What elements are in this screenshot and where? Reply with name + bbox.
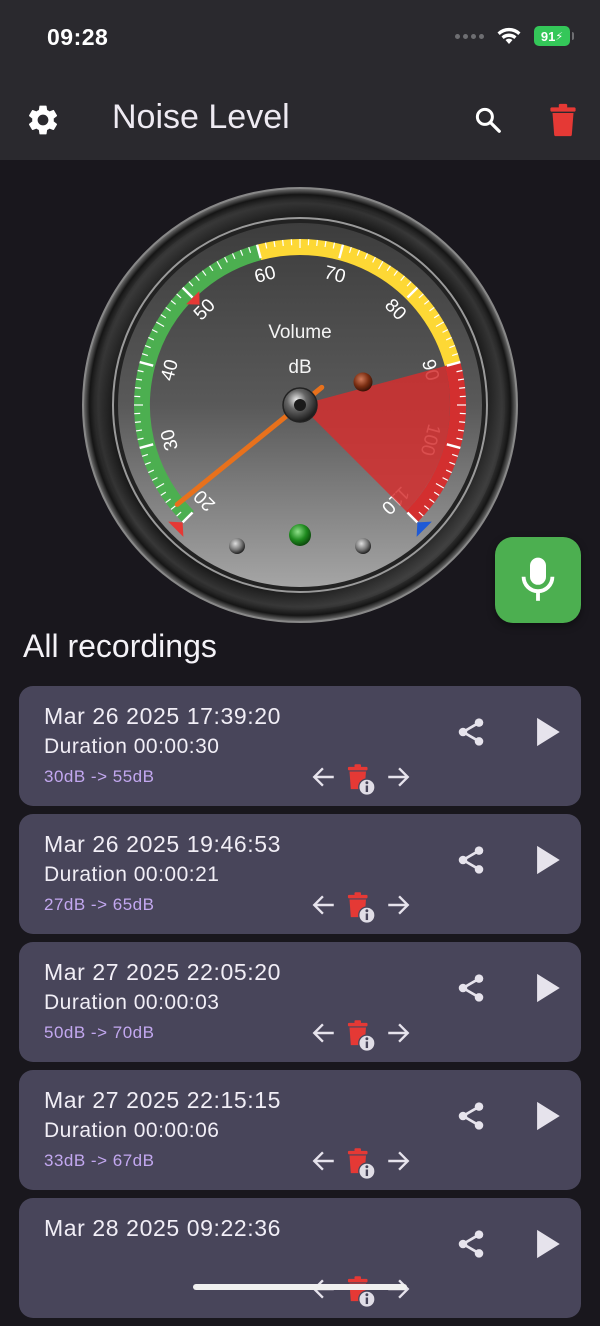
recording-db-range: 50dB -> 70dB bbox=[44, 1023, 154, 1043]
recording-db-range: 27dB -> 65dB bbox=[44, 895, 154, 915]
settings-button[interactable] bbox=[21, 98, 65, 142]
search-button[interactable] bbox=[466, 98, 510, 142]
share-button[interactable] bbox=[451, 840, 491, 880]
recording-date: Mar 27 2025 22:05:20 bbox=[44, 959, 281, 986]
recording-duration: Duration 00:00:30 bbox=[44, 735, 219, 759]
arrow-right-icon bbox=[385, 1020, 411, 1046]
battery-level: 91 bbox=[541, 29, 555, 44]
arrow-left-icon bbox=[311, 892, 337, 918]
min-reset-knob bbox=[229, 538, 245, 554]
status-bar: 09:28 91⚡ bbox=[0, 0, 600, 80]
page-title: Noise Level bbox=[112, 98, 290, 137]
next-button[interactable] bbox=[383, 1018, 413, 1048]
gauge-tick bbox=[135, 388, 141, 389]
play-icon bbox=[532, 843, 562, 877]
gauge-tick bbox=[459, 422, 465, 423]
gauge-tick bbox=[135, 422, 141, 423]
gauge-tick bbox=[459, 388, 465, 389]
status-led bbox=[289, 524, 311, 546]
play-button[interactable] bbox=[525, 838, 569, 882]
share-icon bbox=[455, 716, 487, 748]
gear-icon bbox=[25, 102, 61, 138]
trash-info-icon bbox=[345, 1019, 377, 1053]
play-button[interactable] bbox=[525, 710, 569, 754]
gauge-tick bbox=[317, 240, 318, 246]
arrow-left-icon bbox=[311, 764, 337, 790]
max-reset-knob bbox=[355, 538, 371, 554]
next-button[interactable] bbox=[383, 1146, 413, 1176]
trash-info-icon bbox=[345, 891, 377, 925]
trash-info-icon bbox=[345, 763, 377, 797]
home-indicator[interactable] bbox=[193, 1284, 407, 1290]
next-button[interactable] bbox=[383, 762, 413, 792]
previous-button[interactable] bbox=[309, 890, 339, 920]
share-icon bbox=[455, 972, 487, 1004]
recording-card[interactable]: Mar 28 2025 09:22:36 bbox=[19, 1198, 581, 1318]
trash-info-icon bbox=[345, 1147, 377, 1181]
recording-duration: Duration 00:00:21 bbox=[44, 863, 219, 887]
arrow-right-icon bbox=[385, 892, 411, 918]
share-button[interactable] bbox=[451, 968, 491, 1008]
previous-button[interactable] bbox=[309, 1018, 339, 1048]
status-time: 09:28 bbox=[47, 24, 108, 51]
play-icon bbox=[532, 1099, 562, 1133]
play-icon bbox=[532, 715, 562, 749]
arrow-left-icon bbox=[311, 1020, 337, 1046]
wifi-icon bbox=[496, 26, 522, 46]
next-button[interactable] bbox=[383, 890, 413, 920]
recording-db-range: 30dB -> 55dB bbox=[44, 767, 154, 787]
recording-db-range: 33dB -> 67dB bbox=[44, 1151, 154, 1171]
delete-recording-button[interactable] bbox=[343, 1018, 379, 1054]
recording-duration: Duration 00:00:06 bbox=[44, 1119, 219, 1143]
recordings-section-title: All recordings bbox=[23, 628, 217, 665]
trash-icon bbox=[549, 103, 577, 137]
share-icon bbox=[455, 1228, 487, 1260]
battery-indicator: 91⚡ bbox=[534, 26, 570, 46]
delete-recording-button[interactable] bbox=[343, 1274, 379, 1310]
status-indicators: 91⚡ bbox=[455, 26, 570, 46]
recording-date: Mar 26 2025 17:39:20 bbox=[44, 703, 281, 730]
recordings-list: Mar 26 2025 17:39:20 Duration 00:00:30 3… bbox=[19, 686, 581, 1326]
noise-gauge: 2030405060708090100110 Volume dB bbox=[80, 185, 520, 625]
recording-duration: Duration 00:00:03 bbox=[44, 991, 219, 1015]
recording-card[interactable]: Mar 27 2025 22:05:20 Duration 00:00:03 5… bbox=[19, 942, 581, 1062]
recording-date: Mar 27 2025 22:15:15 bbox=[44, 1087, 281, 1114]
gauge-unit: dB bbox=[288, 357, 311, 378]
previous-button[interactable] bbox=[309, 1146, 339, 1176]
share-button[interactable] bbox=[451, 712, 491, 752]
delete-all-button[interactable] bbox=[541, 98, 585, 142]
play-button[interactable] bbox=[525, 1222, 569, 1266]
record-button[interactable] bbox=[495, 537, 581, 623]
play-button[interactable] bbox=[525, 966, 569, 1010]
search-icon bbox=[473, 105, 503, 135]
play-button[interactable] bbox=[525, 1094, 569, 1138]
delete-recording-button[interactable] bbox=[343, 1146, 379, 1182]
previous-button[interactable] bbox=[309, 762, 339, 792]
cellular-signal-icon bbox=[455, 34, 484, 39]
recording-date: Mar 26 2025 19:46:53 bbox=[44, 831, 281, 858]
recording-card[interactable]: Mar 26 2025 17:39:20 Duration 00:00:30 3… bbox=[19, 686, 581, 806]
recording-card[interactable]: Mar 26 2025 19:46:53 Duration 00:00:21 2… bbox=[19, 814, 581, 934]
play-icon bbox=[532, 971, 562, 1005]
recording-date: Mar 28 2025 09:22:36 bbox=[44, 1215, 281, 1242]
gauge-title: Volume bbox=[268, 322, 331, 343]
gauge-tick bbox=[283, 240, 284, 246]
delete-recording-button[interactable] bbox=[343, 890, 379, 926]
share-icon bbox=[455, 1100, 487, 1132]
arrow-right-icon bbox=[385, 1148, 411, 1174]
share-button[interactable] bbox=[451, 1096, 491, 1136]
arrow-right-icon bbox=[385, 764, 411, 790]
share-button[interactable] bbox=[451, 1224, 491, 1264]
gauge-dial: 2030405060708090100110 Volume dB bbox=[80, 185, 520, 625]
play-icon bbox=[532, 1227, 562, 1261]
delete-recording-button[interactable] bbox=[343, 762, 379, 798]
microphone-icon bbox=[518, 556, 558, 604]
arrow-left-icon bbox=[311, 1148, 337, 1174]
recording-card[interactable]: Mar 27 2025 22:15:15 Duration 00:00:06 3… bbox=[19, 1070, 581, 1190]
share-icon bbox=[455, 844, 487, 876]
alert-led bbox=[354, 373, 373, 392]
app-bar: Noise Level bbox=[0, 80, 600, 160]
